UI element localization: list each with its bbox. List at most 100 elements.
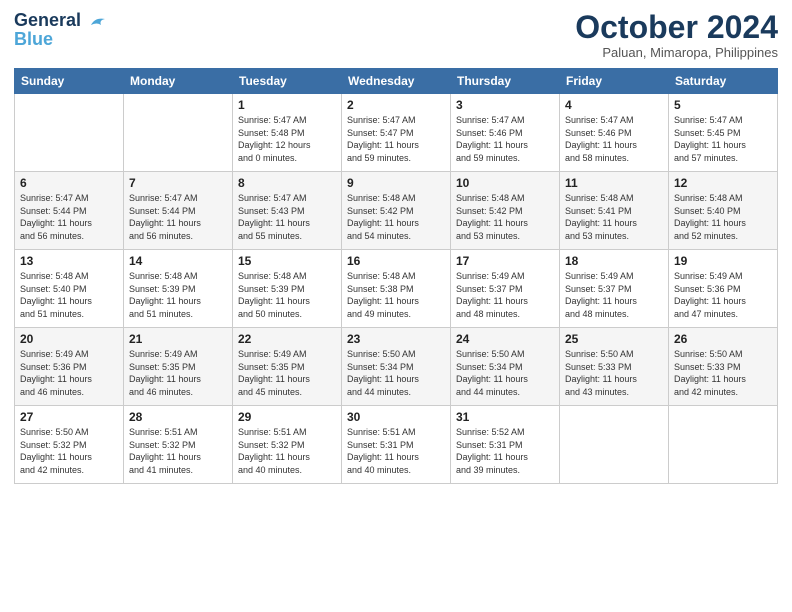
calendar-cell: 4 Sunrise: 5:47 AM Sunset: 5:46 PM Daylig… bbox=[560, 94, 669, 172]
day-info: Sunrise: 5:50 AM Sunset: 5:34 PM Dayligh… bbox=[347, 348, 445, 398]
calendar-cell: 24Sunrise: 5:50 AM Sunset: 5:34 PM Dayli… bbox=[451, 328, 560, 406]
day-number: 8 bbox=[238, 176, 336, 190]
day-number: 12 bbox=[674, 176, 772, 190]
day-info: Sunrise: 5:48 AM Sunset: 5:41 PM Dayligh… bbox=[565, 192, 663, 242]
calendar-cell bbox=[15, 94, 124, 172]
day-info: Sunrise: 5:51 AM Sunset: 5:32 PM Dayligh… bbox=[129, 426, 227, 476]
calendar-cell: 21 Sunrise: 5:49 AM Sunset: 5:35 PM Dayli… bbox=[124, 328, 233, 406]
calendar-cell: 9 Sunrise: 5:48 AM Sunset: 5:42 PM Daylig… bbox=[342, 172, 451, 250]
day-number: 9 bbox=[347, 176, 445, 190]
day-number: 26 bbox=[674, 332, 772, 346]
day-info: Sunrise: 5:49 AM Sunset: 5:36 PM Dayligh… bbox=[20, 348, 118, 398]
day-info: Sunrise: 5:47 AM Sunset: 5:48 PM Dayligh… bbox=[238, 114, 336, 164]
calendar-cell: 13 Sunrise: 5:48 AM Sunset: 5:40 PM Dayli… bbox=[15, 250, 124, 328]
day-number: 19 bbox=[674, 254, 772, 268]
calendar-cell: 30Sunrise: 5:51 AM Sunset: 5:31 PM Dayli… bbox=[342, 406, 451, 484]
day-number: 13 bbox=[20, 254, 118, 268]
calendar-table: SundayMondayTuesdayWednesdayThursdayFrid… bbox=[14, 68, 778, 484]
day-number: 15 bbox=[238, 254, 336, 268]
day-number: 7 bbox=[129, 176, 227, 190]
day-info: Sunrise: 5:50 AM Sunset: 5:33 PM Dayligh… bbox=[674, 348, 772, 398]
day-number: 21 bbox=[129, 332, 227, 346]
calendar-header-sunday: Sunday bbox=[15, 69, 124, 94]
logo: General Blue bbox=[14, 10, 109, 50]
day-number: 10 bbox=[456, 176, 554, 190]
calendar-cell: 18 Sunrise: 5:49 AM Sunset: 5:37 PM Dayli… bbox=[560, 250, 669, 328]
day-info: Sunrise: 5:50 AM Sunset: 5:32 PM Dayligh… bbox=[20, 426, 118, 476]
calendar-cell: 8Sunrise: 5:47 AM Sunset: 5:43 PM Daylig… bbox=[233, 172, 342, 250]
calendar-cell: 15 Sunrise: 5:48 AM Sunset: 5:39 PM Dayli… bbox=[233, 250, 342, 328]
calendar-cell: 28 Sunrise: 5:51 AM Sunset: 5:32 PM Dayli… bbox=[124, 406, 233, 484]
calendar-cell bbox=[669, 406, 778, 484]
calendar-cell: 7 Sunrise: 5:47 AM Sunset: 5:44 PM Daylig… bbox=[124, 172, 233, 250]
calendar-cell: 20Sunrise: 5:49 AM Sunset: 5:36 PM Dayli… bbox=[15, 328, 124, 406]
day-number: 28 bbox=[129, 410, 227, 424]
day-info: Sunrise: 5:48 AM Sunset: 5:42 PM Dayligh… bbox=[347, 192, 445, 242]
header: General Blue October 2024 Paluan, Mimaro… bbox=[14, 10, 778, 60]
calendar-header-thursday: Thursday bbox=[451, 69, 560, 94]
day-number: 18 bbox=[565, 254, 663, 268]
day-number: 17 bbox=[456, 254, 554, 268]
day-number: 31 bbox=[456, 410, 554, 424]
day-info: Sunrise: 5:51 AM Sunset: 5:31 PM Dayligh… bbox=[347, 426, 445, 476]
day-number: 2 bbox=[347, 98, 445, 112]
day-info: Sunrise: 5:47 AM Sunset: 5:44 PM Dayligh… bbox=[20, 192, 118, 242]
day-info: Sunrise: 5:49 AM Sunset: 5:37 PM Dayligh… bbox=[456, 270, 554, 320]
calendar-cell: 31Sunrise: 5:52 AM Sunset: 5:31 PM Dayli… bbox=[451, 406, 560, 484]
logo-bird-icon bbox=[87, 11, 109, 33]
day-info: Sunrise: 5:47 AM Sunset: 5:45 PM Dayligh… bbox=[674, 114, 772, 164]
calendar-header-wednesday: Wednesday bbox=[342, 69, 451, 94]
calendar-cell bbox=[560, 406, 669, 484]
calendar-cell: 25Sunrise: 5:50 AM Sunset: 5:33 PM Dayli… bbox=[560, 328, 669, 406]
calendar-cell: 26 Sunrise: 5:50 AM Sunset: 5:33 PM Dayli… bbox=[669, 328, 778, 406]
day-info: Sunrise: 5:48 AM Sunset: 5:40 PM Dayligh… bbox=[20, 270, 118, 320]
day-info: Sunrise: 5:48 AM Sunset: 5:39 PM Dayligh… bbox=[238, 270, 336, 320]
day-number: 25 bbox=[565, 332, 663, 346]
day-number: 4 bbox=[565, 98, 663, 112]
calendar-cell: 1 Sunrise: 5:47 AM Sunset: 5:48 PM Daylig… bbox=[233, 94, 342, 172]
calendar-cell: 6Sunrise: 5:47 AM Sunset: 5:44 PM Daylig… bbox=[15, 172, 124, 250]
logo-general: General bbox=[14, 10, 81, 30]
calendar-cell: 14 Sunrise: 5:48 AM Sunset: 5:39 PM Dayli… bbox=[124, 250, 233, 328]
calendar-header-friday: Friday bbox=[560, 69, 669, 94]
day-info: Sunrise: 5:47 AM Sunset: 5:47 PM Dayligh… bbox=[347, 114, 445, 164]
calendar-cell: 5 Sunrise: 5:47 AM Sunset: 5:45 PM Daylig… bbox=[669, 94, 778, 172]
day-number: 22 bbox=[238, 332, 336, 346]
week-row-4: 20Sunrise: 5:49 AM Sunset: 5:36 PM Dayli… bbox=[15, 328, 778, 406]
calendar-cell: 11 Sunrise: 5:48 AM Sunset: 5:41 PM Dayli… bbox=[560, 172, 669, 250]
calendar-cell: 27Sunrise: 5:50 AM Sunset: 5:32 PM Dayli… bbox=[15, 406, 124, 484]
day-number: 16 bbox=[347, 254, 445, 268]
calendar-header-row: SundayMondayTuesdayWednesdayThursdayFrid… bbox=[15, 69, 778, 94]
calendar-cell: 3Sunrise: 5:47 AM Sunset: 5:46 PM Daylig… bbox=[451, 94, 560, 172]
calendar-body: 1 Sunrise: 5:47 AM Sunset: 5:48 PM Daylig… bbox=[15, 94, 778, 484]
calendar-header-monday: Monday bbox=[124, 69, 233, 94]
day-info: Sunrise: 5:49 AM Sunset: 5:37 PM Dayligh… bbox=[565, 270, 663, 320]
week-row-1: 1 Sunrise: 5:47 AM Sunset: 5:48 PM Daylig… bbox=[15, 94, 778, 172]
day-info: Sunrise: 5:47 AM Sunset: 5:46 PM Dayligh… bbox=[456, 114, 554, 164]
location-subtitle: Paluan, Mimaropa, Philippines bbox=[575, 45, 778, 60]
calendar-cell: 17 Sunrise: 5:49 AM Sunset: 5:37 PM Dayli… bbox=[451, 250, 560, 328]
day-info: Sunrise: 5:49 AM Sunset: 5:35 PM Dayligh… bbox=[129, 348, 227, 398]
day-info: Sunrise: 5:47 AM Sunset: 5:46 PM Dayligh… bbox=[565, 114, 663, 164]
calendar-cell bbox=[124, 94, 233, 172]
logo-blue: Blue bbox=[14, 29, 53, 50]
day-info: Sunrise: 5:48 AM Sunset: 5:39 PM Dayligh… bbox=[129, 270, 227, 320]
month-title: October 2024 bbox=[575, 10, 778, 45]
calendar-cell: 29Sunrise: 5:51 AM Sunset: 5:32 PM Dayli… bbox=[233, 406, 342, 484]
day-info: Sunrise: 5:51 AM Sunset: 5:32 PM Dayligh… bbox=[238, 426, 336, 476]
day-info: Sunrise: 5:49 AM Sunset: 5:36 PM Dayligh… bbox=[674, 270, 772, 320]
day-info: Sunrise: 5:47 AM Sunset: 5:44 PM Dayligh… bbox=[129, 192, 227, 242]
day-number: 1 bbox=[238, 98, 336, 112]
main-container: General Blue October 2024 Paluan, Mimaro… bbox=[0, 0, 792, 494]
day-info: Sunrise: 5:50 AM Sunset: 5:34 PM Dayligh… bbox=[456, 348, 554, 398]
day-info: Sunrise: 5:48 AM Sunset: 5:40 PM Dayligh… bbox=[674, 192, 772, 242]
day-number: 14 bbox=[129, 254, 227, 268]
day-info: Sunrise: 5:49 AM Sunset: 5:35 PM Dayligh… bbox=[238, 348, 336, 398]
day-number: 11 bbox=[565, 176, 663, 190]
week-row-2: 6Sunrise: 5:47 AM Sunset: 5:44 PM Daylig… bbox=[15, 172, 778, 250]
calendar-header-tuesday: Tuesday bbox=[233, 69, 342, 94]
calendar-cell: 23Sunrise: 5:50 AM Sunset: 5:34 PM Dayli… bbox=[342, 328, 451, 406]
day-number: 5 bbox=[674, 98, 772, 112]
calendar-cell: 19 Sunrise: 5:49 AM Sunset: 5:36 PM Dayli… bbox=[669, 250, 778, 328]
calendar-cell: 12 Sunrise: 5:48 AM Sunset: 5:40 PM Dayli… bbox=[669, 172, 778, 250]
